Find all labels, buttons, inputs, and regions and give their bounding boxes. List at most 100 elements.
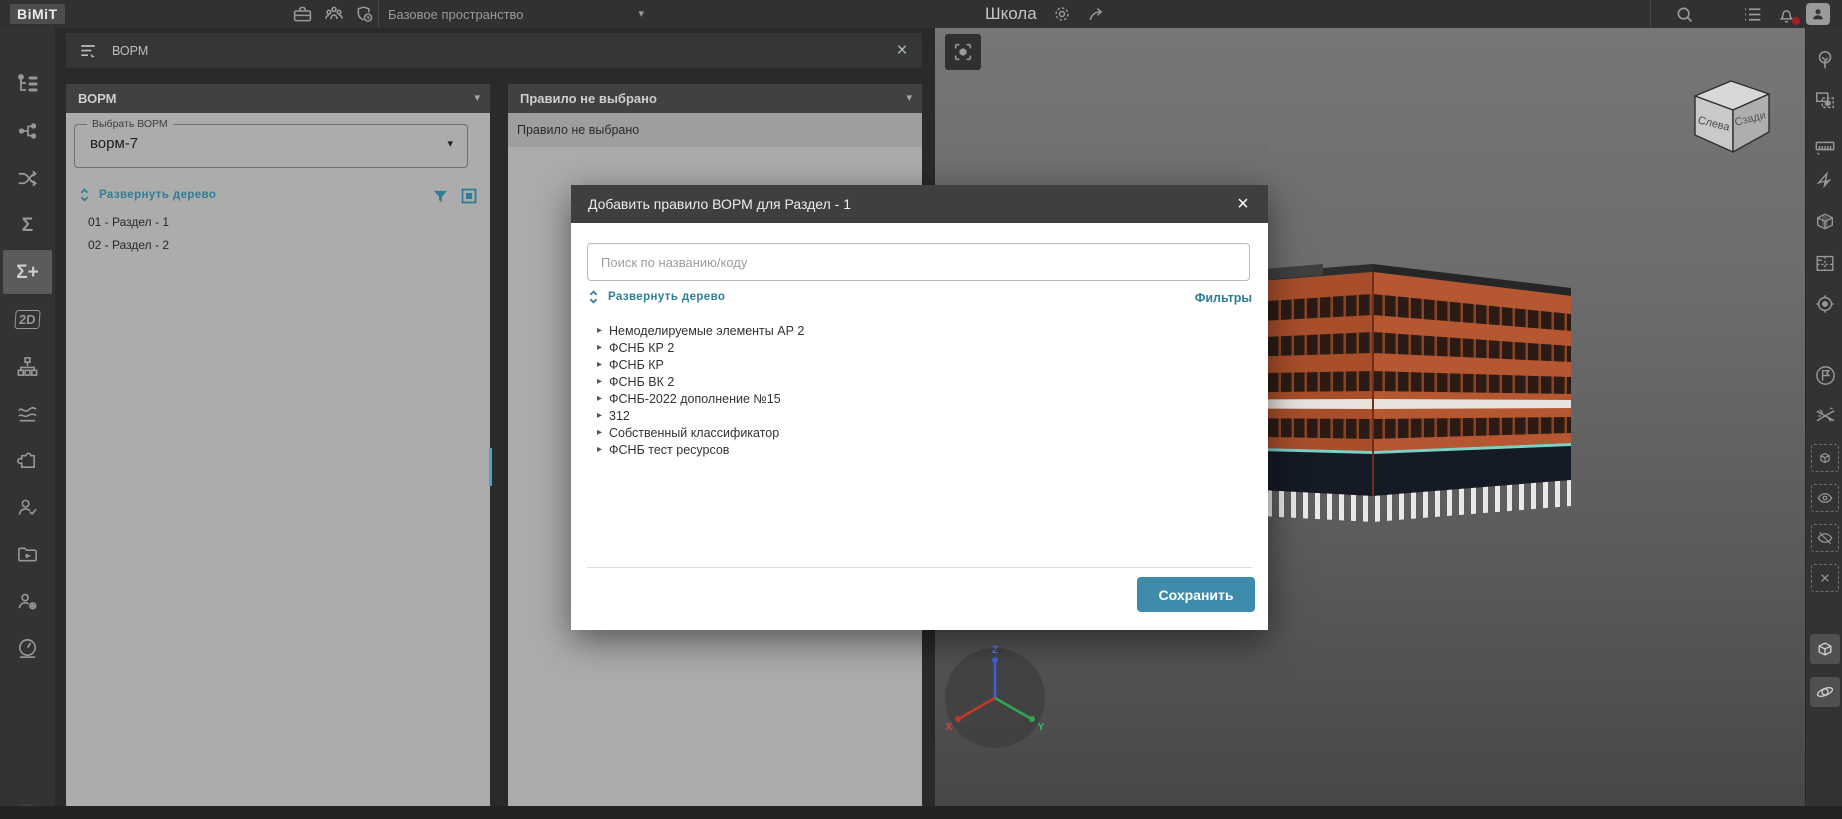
filter-button[interactable] [432,188,449,205]
tree-item-label: Собственный классификатор [609,425,780,440]
security-button[interactable] [352,3,376,25]
tool-vorm-button[interactable]: Σ+ [3,250,52,294]
branch-icon [18,123,36,139]
project-settings-button[interactable] [1052,4,1072,24]
rule-section-title: Правило не выбрано [520,91,657,106]
panel-close-button[interactable]: × [888,33,916,68]
topbar: BiMiT Базовое пространство ▾ Школа [0,0,1842,28]
section-box-icon [1816,213,1834,230]
tool-shared-folder-button[interactable] [3,532,52,576]
focus-selection-button[interactable] [945,34,981,70]
show-objects-button[interactable] [1811,484,1839,512]
classifier-tree-item[interactable]: ▸ 312 [587,407,630,424]
tool-plugins-button[interactable] [3,438,52,482]
right-toolbar [1805,28,1842,806]
orbit-mode-button[interactable] [1810,677,1840,707]
tool-totals-button[interactable]: Σ [3,203,52,247]
classifier-tree-item[interactable]: ▸ ФСНБ КР 2 [587,339,674,356]
sigma-icon: Σ [21,214,34,236]
modal-expand-tree-link[interactable]: Развернуть дерево [587,289,725,305]
search-button[interactable] [1672,3,1696,25]
caret-right-icon: ▸ [597,341,603,353]
tool-relations-button[interactable] [3,109,52,153]
modal-title: Добавить правило ВОРМ для Раздел - 1 [588,196,851,212]
target-icon [1816,295,1834,313]
measure-button[interactable] [1810,131,1840,161]
modal-close-button[interactable]: × [1228,185,1258,223]
tool-dashboard-button[interactable] [3,626,52,670]
vorm-select-value: ворм-7 [90,135,139,152]
panel-menu-icon[interactable] [78,41,98,61]
tool-user-location-button[interactable] [3,579,52,623]
save-button[interactable]: Сохранить [1137,577,1255,612]
left-toolbar: Σ Σ+ 2D [0,28,55,819]
vorm-section-title: ВОРМ [78,91,117,106]
isolate-object-button[interactable] [1811,444,1839,472]
box-tool-icon [1818,642,1832,656]
classifier-tree-item[interactable]: ▸ ФСНБ КР [587,356,664,373]
tool-charts-button[interactable] [3,391,52,435]
notifications-button[interactable] [1774,3,1800,25]
flag-icon [1815,365,1835,385]
workspace-selector[interactable]: Базовое пространство ▾ [388,0,644,28]
classifier-tree-item[interactable]: ▸ Собственный классификатор [587,424,779,441]
vorm-select[interactable]: Выбрать ВОРМ ворм-7 ▾ [74,118,468,168]
close-box-icon [1821,574,1829,582]
tasks-list-button[interactable] [1740,3,1764,25]
user-avatar[interactable] [1806,3,1830,25]
tree-item-label: ФСНБ КР [609,357,664,372]
tool-model-tree-button[interactable] [3,62,52,106]
vorm-section-header[interactable]: ВОРМ ▾ [66,84,490,113]
flag-button[interactable] [1810,360,1840,390]
clear-selection-button[interactable] [1811,564,1839,592]
share-icon [1089,8,1102,21]
search-icon [1677,7,1692,22]
expand-tree-link[interactable]: Развернуть дерево [78,187,216,203]
hide-objects-button[interactable] [1811,524,1839,552]
chevron-down-icon: ▾ [447,138,453,150]
search-input[interactable] [587,243,1250,281]
classifier-tree-item[interactable]: ▸ Немоделируемые элементы АР 2 [587,322,804,339]
rule-section-header[interactable]: Правило не выбрано ▾ [508,84,922,113]
section-tool-button[interactable] [1810,634,1840,664]
caret-right-icon: ▸ [597,409,603,421]
vorm-tree-item[interactable]: 02 - Раздел - 2 [88,238,169,252]
classifier-tree-item[interactable]: ▸ ФСНБ тест ресурсов [587,441,729,458]
floorplan-button[interactable] [1810,248,1840,278]
tool-approvals-button[interactable] [3,485,52,529]
chevron-down-icon: ▾ [906,92,912,104]
puzzle-icon [17,452,36,468]
app-logo[interactable]: BiMiT [10,4,65,24]
target-button[interactable] [1810,289,1840,319]
panel-resize-handle[interactable] [489,448,492,486]
axis-gizmo[interactable]: Z X Y [941,644,1049,752]
gauge-icon [19,638,36,658]
navigation-cube[interactable]: Слева Сзади [1683,72,1779,160]
add-rule-modal: Добавить правило ВОРМ для Раздел - 1 × Р… [571,185,1268,630]
floorplan-icon [1816,255,1834,272]
tool-structure-button[interactable] [3,344,52,388]
filter-funnel-icon [433,190,448,203]
projects-button[interactable] [290,3,314,25]
focus-frame-icon [954,43,972,61]
vorm-tree-item[interactable]: 01 - Раздел - 1 [88,215,169,229]
classifier-tree-item[interactable]: ▸ ФСНБ-2022 дополнение №15 [587,390,781,407]
chevron-down-icon: ▾ [638,7,644,20]
filters-link[interactable]: Фильтры [1195,291,1252,305]
share-button[interactable] [1087,4,1107,24]
folder-share-icon [18,546,37,562]
rule-empty-row[interactable]: Правило не выбрано [508,113,922,147]
environment-button[interactable] [1810,45,1840,75]
team-button[interactable] [322,3,346,25]
tool-mapping-button[interactable] [3,156,52,200]
select-mode-button[interactable] [460,187,478,205]
gear-icon [1054,7,1069,21]
caret-right-icon: ▸ [597,358,603,370]
classifier-tree-item[interactable]: ▸ ФСНБ ВК 2 [587,373,674,390]
axes-compare-icon [1816,407,1834,422]
select-objects-button[interactable] [1810,85,1840,115]
section-box-button[interactable] [1810,206,1840,236]
tool-2d-button[interactable]: 2D [3,297,52,341]
compare-axes-button[interactable] [1810,400,1840,430]
section-flash-button[interactable] [1810,166,1840,196]
